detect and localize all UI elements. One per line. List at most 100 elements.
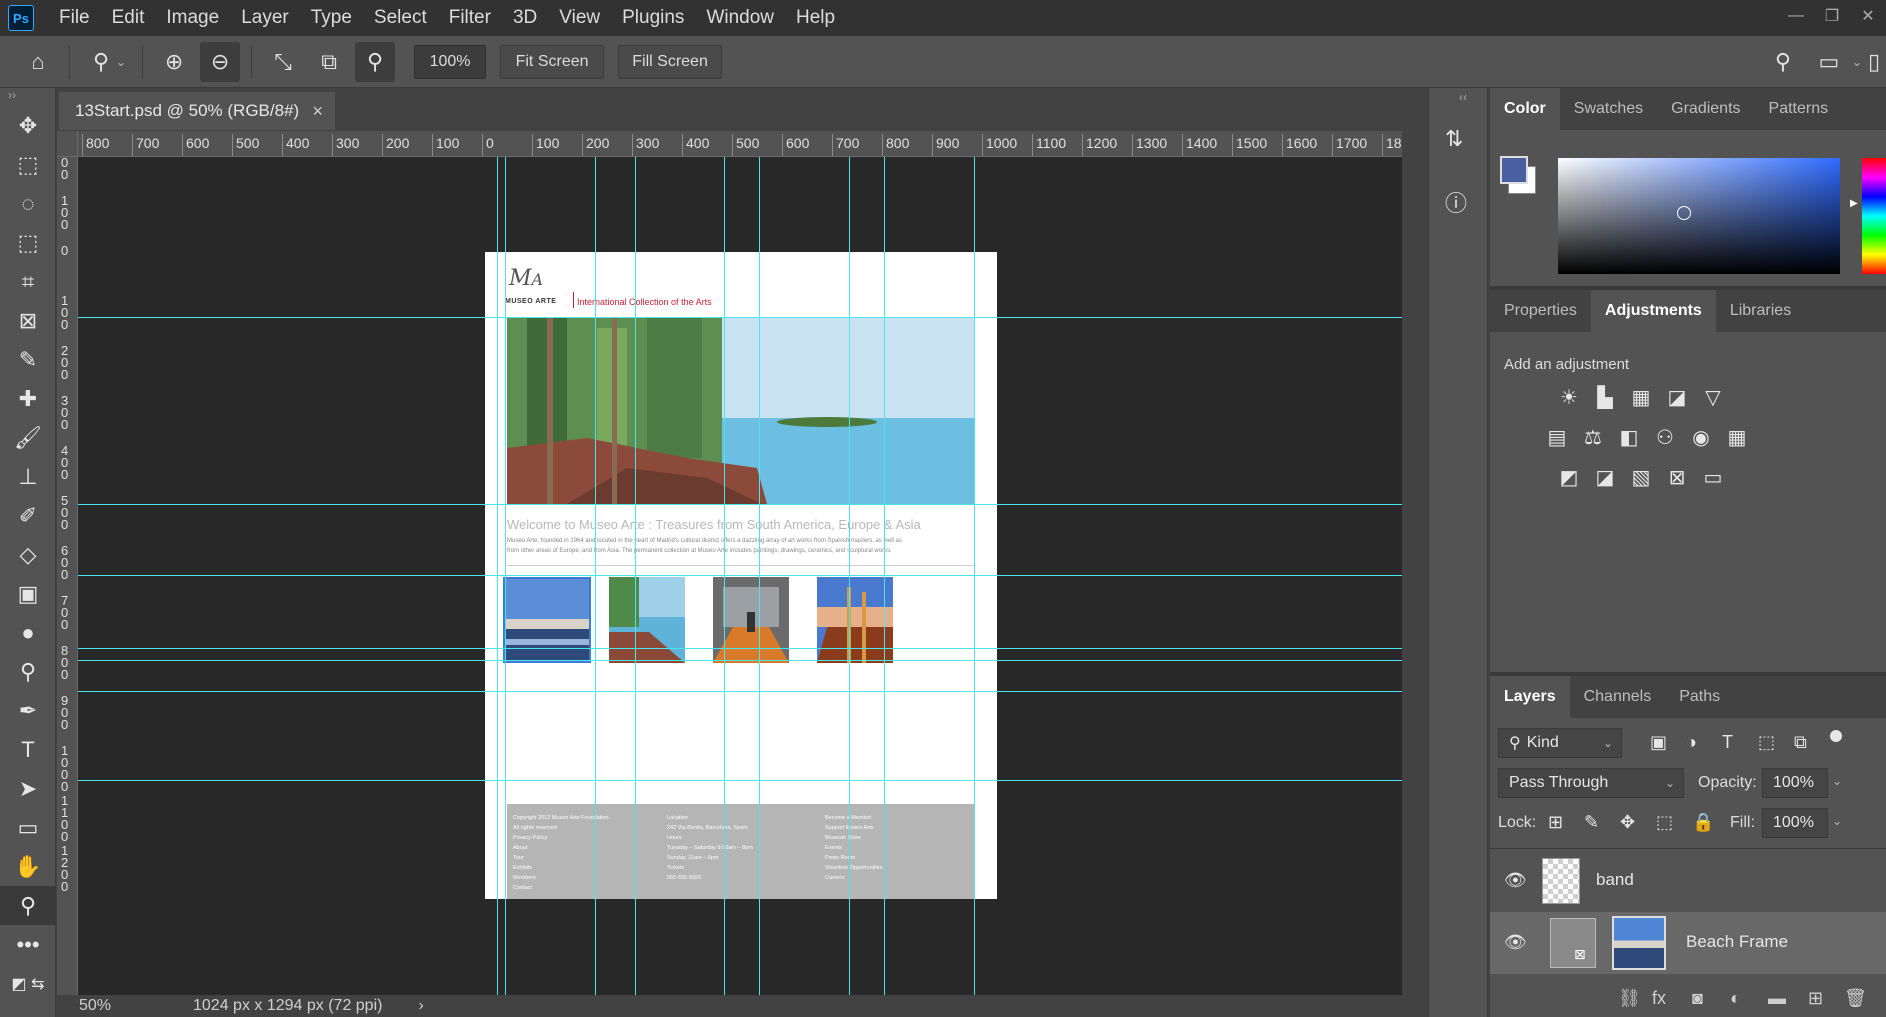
new-layer-icon[interactable]: ⊞ [1808,988,1823,1009]
link-layers-icon[interactable]: ⛓ [1618,988,1641,1009]
vibrance-icon[interactable]: ▽ [1700,384,1726,410]
share-icon[interactable]: ▯ [1865,42,1883,82]
guide-horizontal[interactable] [78,660,1402,661]
zoom-tool-icon[interactable]: ⚲ [0,886,56,925]
chevron-down-icon[interactable]: ⌄ [1832,814,1842,828]
vertical-ruler[interactable]: 2001000100200300400500600700800900100011… [57,157,78,995]
guide-horizontal[interactable] [78,504,1402,505]
menu-help[interactable]: Help [785,0,846,36]
chevron-down-icon[interactable]: ⌄ [1852,42,1862,82]
guide-horizontal[interactable] [78,691,1402,692]
adjustment-filter-icon[interactable]: ◑ [1686,732,1697,753]
tab-color[interactable]: Color [1490,88,1560,130]
thumbnail-gallery[interactable] [713,577,801,663]
lock-transparent-icon[interactable]: ⊞ [1548,812,1563,833]
zoom-value-field[interactable]: 100% [414,44,487,79]
color-lookup-icon[interactable]: ▦ [1724,424,1750,450]
kind-filter-dropdown[interactable]: ⚲ Kind ⌄ [1498,728,1622,758]
info-panel-icon[interactable]: ⓘ [1445,186,1467,218]
chevron-down-icon[interactable]: ⌄ [116,55,126,69]
clone-stamp-tool-icon[interactable]: ⊥ [0,457,56,496]
guide-horizontal[interactable] [78,575,1402,576]
tab-adjustments[interactable]: Adjustments [1590,290,1716,332]
move-tool-icon[interactable]: ✥ [0,106,56,145]
healing-brush-tool-icon[interactable]: ✚ [0,379,56,418]
image-filter-icon[interactable]: ▣ [1650,732,1667,753]
lock-all-icon[interactable]: 🔒 [1692,812,1714,833]
fill-screen-button[interactable]: Fill Screen [618,44,723,79]
menu-filter[interactable]: Filter [438,0,502,36]
guide-vertical[interactable] [974,157,975,995]
marquee-tool-icon[interactable]: ⬚ [0,145,56,184]
edit-toolbar-icon[interactable]: ••• [0,925,56,964]
frame-tool-icon[interactable]: ⊠ [0,301,56,340]
selective-color-icon[interactable]: ⊠ [1664,464,1690,490]
smart-object-filter-icon[interactable]: ⧉ [1794,732,1807,753]
layer-mask-icon[interactable]: ◙ [1692,988,1703,1009]
close-window-icon[interactable]: ✕ [1850,0,1886,32]
type-filter-icon[interactable]: T [1722,732,1733,753]
canvas-area[interactable]: MA MUSEO ARTE International Collection o… [78,157,1402,995]
hue-saturation-icon[interactable]: ▤ [1544,424,1570,450]
menu-layer[interactable]: Layer [230,0,300,36]
posterize-icon[interactable]: ◪ [1592,464,1618,490]
lock-position-icon[interactable]: ✥ [1620,812,1635,833]
guide-vertical[interactable] [724,157,725,995]
home-icon[interactable]: ⌂ [18,42,58,82]
horizontal-ruler[interactable]: 800 700 600 500 400 300 200 100 0 100 200 300 400 500… [78,131,1402,157]
restore-icon[interactable]: ❐ [1814,0,1850,32]
workspace-icon[interactable]: ▭ [1809,42,1849,82]
brush-tool-icon[interactable]: 🖌 [0,418,56,457]
tab-patterns[interactable]: Patterns [1755,88,1843,130]
dodge-tool-icon[interactable]: ⚲ [0,652,56,691]
thumbnail-beach[interactable] [503,577,591,663]
eraser-tool-icon[interactable]: ◇ [0,535,56,574]
menu-view[interactable]: View [548,0,611,36]
menu-type[interactable]: Type [300,0,363,36]
layer-row[interactable]: 👁 ⊠ Beach Frame [1490,912,1886,974]
menu-file[interactable]: File [48,0,101,36]
chevron-down-icon[interactable]: ⌄ [1832,774,1842,788]
gradient-tool-icon[interactable]: ▣ [0,574,56,613]
resize-windows-icon[interactable]: ⤡ [263,42,303,82]
blur-tool-icon[interactable]: ● [0,613,56,652]
guide-vertical[interactable] [497,157,498,995]
gradient-map-icon[interactable]: ▭ [1700,464,1726,490]
collapse-toolbar-icon[interactable]: ›› [0,88,55,106]
menu-edit[interactable]: Edit [101,0,156,36]
layer-row[interactable]: 👁 band [1490,850,1886,912]
shape-filter-icon[interactable]: ⬚ [1758,732,1775,753]
guide-vertical[interactable] [595,157,596,995]
zoom-tool-preset-icon[interactable]: ⚲ [81,42,121,82]
status-arrow-icon[interactable]: › [418,997,423,1015]
guide-horizontal[interactable] [78,648,1402,649]
scrubby-zoom-icon[interactable]: ⚲ [355,41,396,82]
tab-paths[interactable]: Paths [1665,676,1734,718]
fill-field[interactable]: 100% [1762,808,1828,838]
menu-image[interactable]: Image [155,0,230,36]
minimize-icon[interactable]: — [1778,0,1814,32]
close-tab-icon[interactable]: × [312,101,323,122]
guide-vertical[interactable] [849,157,850,995]
foreground-background-icon[interactable]: ◩ ⇆ [0,964,56,1003]
black-white-icon[interactable]: ◧ [1616,424,1642,450]
lock-artboard-icon[interactable]: ⬚ [1656,812,1673,833]
tab-channels[interactable]: Channels [1570,676,1666,718]
crop-tool-icon[interactable]: ⌗ [0,262,56,301]
hand-tool-icon[interactable]: ✋ [0,847,56,886]
status-zoom[interactable]: 50% [79,997,169,1015]
lasso-tool-icon[interactable]: ◌ [0,184,56,223]
thumbnail-dock[interactable] [817,577,905,663]
color-balance-icon[interactable]: ⚖ [1580,424,1606,450]
zoom-all-windows-icon[interactable]: ⧉ [309,42,349,82]
search-icon[interactable]: ⚲ [1763,42,1803,82]
curves-icon[interactable]: ▦ [1628,384,1654,410]
hue-slider-arrow-icon[interactable]: ▶ [1850,198,1858,209]
tab-libraries[interactable]: Libraries [1716,290,1805,332]
guide-vertical[interactable] [635,157,636,995]
path-selection-tool-icon[interactable]: ➤ [0,769,56,808]
blend-mode-dropdown[interactable]: Pass Through ⌄ [1498,768,1684,798]
pen-tool-icon[interactable]: ✒ [0,691,56,730]
photo-filter-icon[interactable]: ⚇ [1652,424,1678,450]
color-picker-field[interactable] [1558,158,1840,274]
